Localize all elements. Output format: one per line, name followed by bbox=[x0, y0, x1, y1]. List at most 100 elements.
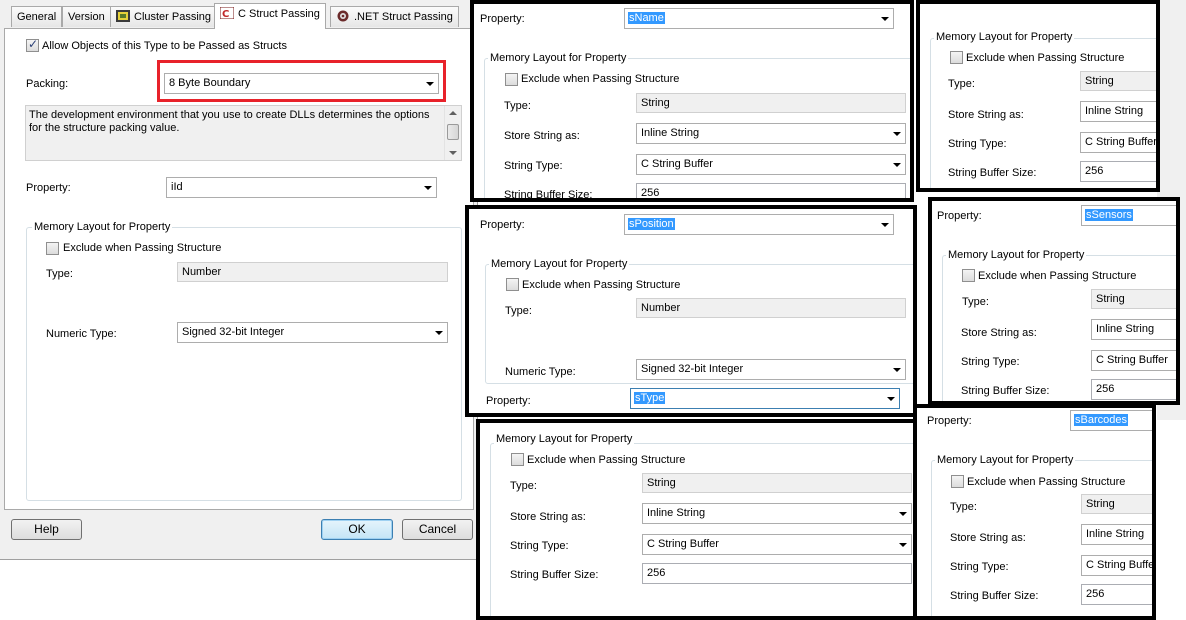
buffer-size-input[interactable]: 256 bbox=[1091, 379, 1176, 400]
property-select[interactable]: sName bbox=[624, 8, 894, 29]
properties-dialog: General Version Cluster Passing C C Struc… bbox=[0, 0, 478, 560]
buffer-size-input[interactable]: 256 bbox=[1081, 584, 1152, 605]
panel-right-top: Memory Layout for Property Exclude when … bbox=[916, 0, 1160, 192]
property-label: Property: bbox=[937, 210, 982, 222]
string-type-value: C String Buffer bbox=[641, 158, 713, 170]
exclude-checkbox[interactable] bbox=[962, 269, 975, 282]
type-value: String bbox=[641, 97, 670, 109]
string-type-select[interactable]: C String Buffer bbox=[1081, 555, 1156, 576]
numeric-type-select[interactable]: Signed 32-bit Integer bbox=[636, 359, 906, 380]
scroll-up-icon[interactable] bbox=[449, 111, 457, 115]
tab-label: General bbox=[17, 11, 57, 23]
panel-ssensors: Property: sSensors Memory Layout for Pro… bbox=[928, 197, 1180, 405]
panel-sname: Property: sName Memory Layout for Proper… bbox=[470, 0, 914, 202]
exclude-checkbox[interactable] bbox=[950, 51, 963, 64]
type-field: String bbox=[642, 473, 912, 493]
property-select[interactable]: sType bbox=[630, 388, 900, 409]
store-as-value: Inline String bbox=[1096, 323, 1155, 335]
allow-structs-checkbox[interactable] bbox=[26, 37, 39, 52]
scroll-thumb[interactable] bbox=[447, 124, 459, 140]
store-as-label: Store String as: bbox=[948, 109, 1024, 121]
string-type-value: C String Buffer bbox=[1085, 136, 1157, 148]
numeric-type-value: Signed 32-bit Integer bbox=[182, 326, 285, 338]
panel-stype: Memory Layout for Property Exclude when … bbox=[476, 419, 917, 620]
panel-sposition: Property: sPosition Memory Layout for Pr… bbox=[465, 205, 917, 417]
description-text: The development environment that you use… bbox=[29, 109, 430, 134]
ok-button[interactable]: OK bbox=[321, 519, 393, 540]
string-type-label: String Type: bbox=[950, 561, 1009, 573]
store-as-select[interactable]: Inline String bbox=[1081, 524, 1152, 545]
description-scrollbar[interactable] bbox=[444, 106, 461, 160]
string-type-value: C String Buffer bbox=[1096, 354, 1168, 366]
type-value: String bbox=[1086, 498, 1115, 510]
store-as-select[interactable]: Inline String bbox=[1091, 319, 1176, 340]
property-value: sPosition bbox=[628, 218, 675, 230]
store-as-select[interactable]: Inline String bbox=[636, 123, 906, 144]
buffer-size-input[interactable]: 256 bbox=[1080, 161, 1156, 182]
highlight-box bbox=[157, 60, 446, 102]
store-as-select[interactable]: Inline String bbox=[642, 503, 912, 524]
store-as-label: Store String as: bbox=[950, 532, 1026, 544]
property-label: Property: bbox=[26, 182, 71, 194]
string-type-select[interactable]: C String Buffer bbox=[1091, 350, 1176, 371]
tab-net-struct-passing[interactable]: .NET Struct Passing bbox=[330, 6, 459, 27]
property-select[interactable]: sPosition bbox=[624, 214, 894, 235]
chevron-down-icon bbox=[899, 543, 907, 547]
tab-strip: General Version Cluster Passing C C Struc… bbox=[0, 0, 478, 29]
store-as-label: Store String as: bbox=[504, 130, 580, 142]
exclude-label: Exclude when Passing Structure bbox=[966, 52, 1125, 64]
property-value: sType bbox=[634, 392, 666, 404]
buffer-size-value: 256 bbox=[647, 567, 666, 579]
memory-layout-title: Memory Layout for Property bbox=[494, 433, 635, 445]
store-as-label: Store String as: bbox=[961, 327, 1037, 339]
property-select[interactable]: iId bbox=[166, 177, 437, 198]
tab-label: Version bbox=[68, 11, 105, 23]
numeric-type-select[interactable]: Signed 32-bit Integer bbox=[177, 322, 448, 343]
buffer-size-label: String Buffer Size: bbox=[510, 569, 599, 581]
string-type-label: String Type: bbox=[510, 540, 569, 552]
memory-layout-title: Memory Layout for Property bbox=[32, 221, 173, 233]
store-as-label: Store String as: bbox=[510, 511, 586, 523]
tab-version[interactable]: Version bbox=[62, 6, 111, 27]
exclude-checkbox[interactable] bbox=[951, 475, 964, 488]
chevron-down-icon bbox=[899, 512, 907, 516]
tab-general[interactable]: General bbox=[11, 6, 63, 27]
tab-c-struct-passing[interactable]: C C Struct Passing bbox=[214, 3, 326, 29]
exclude-label: Exclude when Passing Structure bbox=[522, 279, 681, 291]
type-value: String bbox=[647, 477, 676, 489]
string-type-value: C String Buffer bbox=[1086, 559, 1156, 571]
exclude-checkbox[interactable] bbox=[511, 453, 524, 466]
exclude-checkbox[interactable] bbox=[46, 242, 59, 255]
memory-layout-title: Memory Layout for Property bbox=[935, 454, 1076, 466]
buffer-size-input[interactable]: 256 bbox=[636, 183, 906, 198]
store-as-select[interactable]: Inline String bbox=[1080, 101, 1156, 122]
type-label: Type: bbox=[505, 305, 532, 317]
property-select[interactable]: sSensors bbox=[1081, 205, 1176, 226]
exclude-checkbox[interactable] bbox=[505, 73, 518, 86]
type-value: Number bbox=[641, 302, 681, 314]
cancel-button[interactable]: Cancel bbox=[402, 519, 473, 540]
store-as-value: Inline String bbox=[647, 507, 706, 519]
packing-label: Packing: bbox=[26, 78, 69, 90]
type-value: Number bbox=[182, 266, 222, 278]
ok-label: OK bbox=[348, 522, 366, 536]
memory-layout-title: Memory Layout for Property bbox=[946, 249, 1087, 261]
exclude-checkbox[interactable] bbox=[506, 278, 519, 291]
type-value: String bbox=[1085, 75, 1114, 87]
string-type-select[interactable]: C String Buffer bbox=[642, 534, 912, 555]
scroll-down-icon[interactable] bbox=[449, 151, 457, 155]
string-type-select[interactable]: C String Buffer bbox=[636, 154, 906, 175]
type-label: Type: bbox=[510, 480, 537, 492]
help-button[interactable]: Help bbox=[11, 519, 82, 540]
property-select[interactable]: sBarcodes bbox=[1070, 410, 1152, 431]
property-label: Property: bbox=[480, 13, 525, 25]
buffer-size-value: 256 bbox=[1085, 165, 1104, 177]
type-field: String bbox=[636, 93, 906, 113]
chevron-down-icon bbox=[881, 223, 889, 227]
type-value: String bbox=[1096, 293, 1125, 305]
buffer-size-input[interactable]: 256 bbox=[642, 563, 912, 584]
type-label: Type: bbox=[948, 78, 975, 90]
tab-cluster-passing[interactable]: Cluster Passing bbox=[110, 6, 218, 27]
string-type-select[interactable]: C String Buffer bbox=[1080, 132, 1157, 153]
type-label: Type: bbox=[46, 268, 73, 280]
